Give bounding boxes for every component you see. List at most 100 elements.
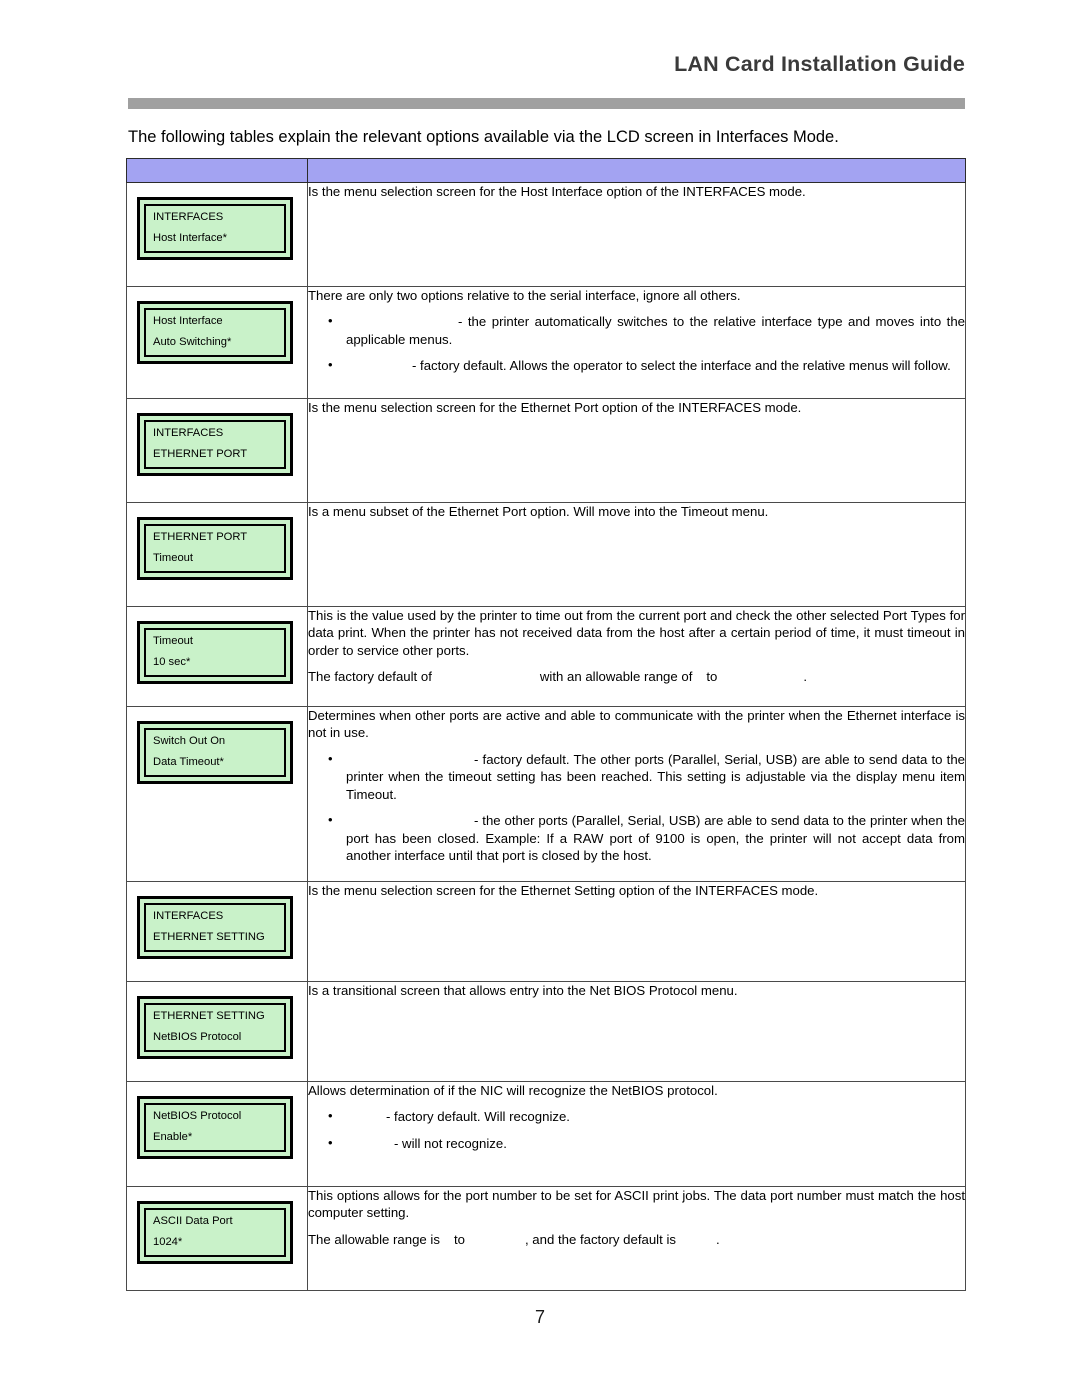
lcd-line-1: INTERFACES [153, 910, 224, 922]
range-text-d: . [715, 1231, 720, 1247]
lcd-panel: Timeout 10 sec* [137, 621, 293, 685]
lcd-panel-inner: Switch Out On Data Timeout* [144, 728, 286, 778]
lcd-line-2: Timeout [153, 552, 193, 565]
lcd-line-2: ETHERNET SETTING [153, 931, 265, 944]
lcd-panel-inner: Host Interface Auto Switching* [144, 308, 286, 358]
lcd-line-1: Host Interface [153, 315, 223, 327]
page-title: LAN Card Installation Guide [674, 52, 965, 76]
lcd-line-1: INTERFACES [153, 211, 224, 223]
lcd-panel: ETHERNET SETTING NetBIOS Protocol [137, 996, 293, 1060]
table-row: INTERFACES Host Interface* Is the menu sel… [126, 182, 966, 287]
range-text-a: The factory default of [308, 669, 432, 685]
lcd-screen-cell: Timeout 10 sec* [126, 606, 308, 707]
lcd-line-1: Switch Out On [153, 735, 226, 747]
lcd-panel-inner: INTERFACES ETHERNET SETTING [144, 903, 286, 953]
range-text-b: with an allowable range of [539, 669, 693, 685]
lcd-line-2: ETHERNET PORT [153, 448, 248, 461]
lcd-screen-cell: NetBIOS Protocol Enable* [126, 1081, 308, 1187]
range-text-b: to [453, 1231, 465, 1247]
range-text-d: . [803, 669, 808, 685]
option-bullet-item: - factory default. The other ports (Para… [328, 750, 965, 803]
lcd-panel-inner: Timeout 10 sec* [144, 628, 286, 678]
lcd-line-2: Auto Switching* [153, 336, 232, 349]
lcd-panel-inner: NetBIOS Protocol Enable* [144, 1103, 286, 1153]
table-row: ASCII Data Port 1024* This options allows … [126, 1186, 966, 1291]
lcd-line-1: INTERFACES [153, 427, 224, 439]
table-body: INTERFACES Host Interface* Is the menu sel… [126, 158, 966, 1291]
table-header-cell-screen [126, 158, 308, 183]
description-paragraph: Is the menu selection screen for the Eth… [308, 400, 802, 415]
description-cell: This is the value used by the printer to… [307, 606, 966, 707]
option-bullet-list: - factory default. Will recognize. - will… [308, 1107, 965, 1152]
table-row: NetBIOS Protocol Enable* Allows determinat… [126, 1081, 966, 1187]
lcd-screen-cell: INTERFACES ETHERNET SETTING [126, 881, 308, 982]
lcd-panel: ETHERNET PORT Timeout [137, 517, 293, 581]
description-paragraph: Allows determination of if the NIC will … [308, 1083, 718, 1098]
lcd-panel-inner: ETHERNET SETTING NetBIOS Protocol [144, 1003, 286, 1053]
lcd-screen-cell: ASCII Data Port 1024* [126, 1186, 308, 1291]
table-header-row [126, 158, 966, 183]
interfaces-options-table: INTERFACES Host Interface* Is the menu sel… [126, 158, 966, 1291]
page-number: 7 [534, 1307, 545, 1327]
lcd-panel: INTERFACES ETHERNET SETTING [137, 896, 293, 960]
description-paragraph: There are only two options relative to t… [308, 288, 741, 303]
lcd-line-2: NetBIOS Protocol [153, 1031, 242, 1044]
description-cell: This options allows for the port number … [307, 1186, 966, 1291]
description-cell: Allows determination of if the NIC will … [307, 1081, 966, 1187]
description-paragraph: This is the value used by the printer to… [308, 608, 965, 658]
header-divider-bar [128, 98, 965, 109]
range-text-c: to [706, 669, 718, 685]
lcd-panel: Switch Out On Data Timeout* [137, 721, 293, 785]
table-header-cell-description [307, 158, 966, 183]
table-row: Timeout 10 sec* This is the value used by … [126, 606, 966, 707]
lcd-line-1: ETHERNET SETTING [153, 1010, 265, 1022]
option-description: - the other ports (Parallel, Serial, USB… [346, 813, 965, 863]
intro-paragraph: The following tables explain the relevan… [128, 128, 839, 146]
lcd-panel-inner: INTERFACES ETHERNET PORT [144, 420, 286, 470]
lcd-screen-cell: INTERFACES ETHERNET PORT [126, 398, 308, 503]
option-bullet-item: - the other ports (Parallel, Serial, USB… [328, 811, 965, 864]
option-bullet-item: - factory default. Will recognize. [328, 1107, 965, 1125]
lcd-screen-cell: ETHERNET SETTING NetBIOS Protocol [126, 981, 308, 1082]
lcd-screen-cell: Switch Out On Data Timeout* [126, 706, 308, 882]
option-bullet-item: - will not recognize. [328, 1134, 965, 1152]
range-text-a: The allowable range is [308, 1231, 440, 1247]
description-paragraph: Determines when other ports are active a… [308, 708, 965, 741]
lcd-panel-inner: ETHERNET PORT Timeout [144, 524, 286, 574]
lcd-line-2: 1024* [153, 1236, 183, 1249]
lcd-line-1: ETHERNET PORT [153, 531, 248, 543]
lcd-line-2: Host Interface* [153, 232, 227, 245]
table-row: Switch Out On Data Timeout* Determines whe… [126, 706, 966, 882]
option-bullet-item: - the printer automatically switches to … [328, 312, 965, 348]
option-bullet-list: - the printer automatically switches to … [308, 312, 965, 374]
lcd-line-2: 10 sec* [153, 656, 191, 669]
description-cell: Is the menu selection screen for the Eth… [307, 881, 966, 982]
option-description: - will not recognize. [394, 1135, 507, 1151]
table-row: ETHERNET SETTING NetBIOS Protocol Is a tra… [126, 981, 966, 1082]
option-bullet-item: - factory default. Allows the operator t… [328, 356, 965, 374]
description-cell: Determines when other ports are active a… [307, 706, 966, 882]
document-page: LAN Card Installation Guide The followin… [0, 0, 1080, 1397]
lcd-line-1: Timeout [153, 635, 193, 647]
description-cell: There are only two options relative to t… [307, 286, 966, 399]
lcd-line-2: Enable* [153, 1131, 193, 1144]
table-row: INTERFACES ETHERNET PORT Is the menu selec… [126, 398, 966, 503]
lcd-line-2: Data Timeout* [153, 756, 224, 769]
lcd-panel: ASCII Data Port 1024* [137, 1201, 293, 1265]
table-row: INTERFACES ETHERNET SETTING Is the menu se… [126, 881, 966, 982]
description-cell: Is a transitional screen that allows ent… [307, 981, 966, 1082]
option-description: - the printer automatically switches to … [346, 314, 965, 347]
lcd-screen-cell: INTERFACES Host Interface* [126, 182, 308, 287]
option-bullet-list: - factory default. The other ports (Para… [308, 750, 965, 865]
lcd-panel: INTERFACES ETHERNET PORT [137, 413, 293, 477]
description-paragraph: Is the menu selection screen for the Hos… [308, 184, 806, 199]
option-description: - factory default. The other ports (Para… [346, 751, 965, 802]
lcd-panel-inner: INTERFACES Host Interface* [144, 204, 286, 254]
default-range-paragraph: The allowable range is to , and the factor… [308, 1231, 965, 1248]
option-description: - factory default. Allows the operator t… [412, 358, 951, 374]
option-description: - factory default. Will recognize. [386, 1109, 570, 1125]
lcd-screen-cell: Host Interface Auto Switching* [126, 286, 308, 399]
lcd-line-1: ASCII Data Port [153, 1215, 233, 1227]
default-range-paragraph: The factory default of with an allowable … [308, 668, 965, 685]
description-paragraph: This options allows for the port number … [308, 1188, 965, 1221]
